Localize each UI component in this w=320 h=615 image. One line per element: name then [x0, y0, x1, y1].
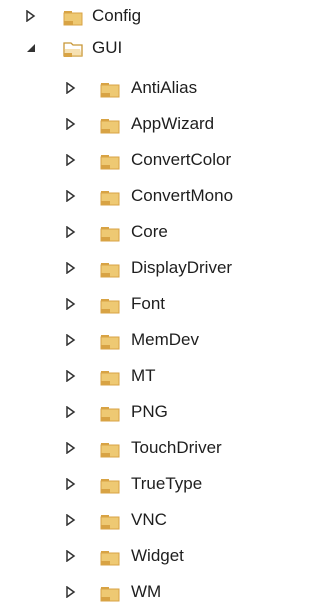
expand-arrow-icon[interactable]	[64, 153, 78, 167]
tree-node-gui[interactable]: GUI	[0, 32, 293, 66]
tree-node-label: ConvertMono	[131, 186, 234, 205]
tree-node-label: MT	[131, 366, 156, 385]
expand-arrow-icon[interactable]	[64, 477, 78, 491]
folder-icon	[99, 188, 121, 211]
tree-node-config[interactable]: Config	[0, 0, 293, 34]
tree-node-label: DisplayDriver	[131, 258, 233, 277]
folder-icon	[99, 80, 121, 103]
folder-icon	[99, 332, 121, 355]
tree-node-label: MemDev	[131, 330, 200, 349]
expand-arrow-icon[interactable]	[64, 405, 78, 419]
folder-icon	[99, 296, 121, 319]
tree-node-mt[interactable]: MT	[0, 360, 293, 394]
expand-arrow-icon[interactable]	[64, 333, 78, 347]
expand-arrow-icon[interactable]	[64, 81, 78, 95]
folder-icon	[99, 512, 121, 535]
tree-node-vnc[interactable]: VNC	[0, 504, 293, 538]
tree-node-label: Core	[131, 222, 168, 241]
expand-arrow-icon[interactable]	[64, 549, 78, 563]
tree-node-label: AppWizard	[131, 114, 215, 133]
expand-arrow-icon[interactable]	[64, 369, 78, 383]
folder-icon	[99, 404, 121, 427]
folder-icon	[99, 116, 121, 139]
tree-node-core[interactable]: Core	[0, 216, 293, 250]
tree-node-memdev[interactable]: MemDev	[0, 324, 293, 358]
expand-arrow-icon[interactable]	[64, 297, 78, 311]
expand-arrow-icon[interactable]	[64, 189, 78, 203]
tree-node-convertcolor[interactable]: ConvertColor	[0, 144, 293, 178]
expand-arrow-icon[interactable]	[24, 9, 38, 23]
expand-arrow-icon[interactable]	[64, 225, 78, 239]
expand-arrow-icon[interactable]	[64, 585, 78, 599]
tree-node-label: PNG	[131, 402, 168, 421]
folder-icon	[99, 548, 121, 571]
tree-node-displaydriver[interactable]: DisplayDriver	[0, 252, 293, 286]
tree-node-label: WM	[131, 582, 162, 601]
solution-explorer-tree: Config GUI AntiAlias AppWizard ConvertCo…	[0, 0, 293, 615]
tree-node-antialias[interactable]: AntiAlias	[0, 72, 293, 106]
tree-node-label: GUI	[92, 38, 123, 57]
tree-node-label: TouchDriver	[131, 438, 222, 457]
tree-node-label: AntiAlias	[131, 78, 198, 97]
tree-node-wm[interactable]: WM	[0, 576, 293, 610]
folder-icon	[99, 584, 121, 607]
folder-icon	[99, 440, 121, 463]
tree-node-appwizard[interactable]: AppWizard	[0, 108, 293, 142]
tree-node-label: Config	[92, 6, 142, 25]
expand-arrow-icon[interactable]	[64, 441, 78, 455]
tree-node-label: ConvertColor	[131, 150, 232, 169]
tree-node-font[interactable]: Font	[0, 288, 293, 322]
expand-arrow-icon[interactable]	[64, 117, 78, 131]
tree-node-png[interactable]: PNG	[0, 396, 293, 430]
expand-arrow-icon[interactable]	[64, 261, 78, 275]
tree-node-widget[interactable]: Widget	[0, 540, 293, 574]
expand-arrow-icon[interactable]	[64, 513, 78, 527]
folder-icon	[99, 476, 121, 499]
folder-icon	[99, 260, 121, 283]
folder-icon	[99, 152, 121, 175]
tree-node-touchdriver[interactable]: TouchDriver	[0, 432, 293, 466]
folder-icon	[99, 224, 121, 247]
folder-open-icon	[62, 40, 84, 63]
tree-node-truetype[interactable]: TrueType	[0, 468, 293, 502]
collapse-arrow-icon[interactable]	[24, 41, 38, 55]
tree-node-label: VNC	[131, 510, 167, 529]
tree-node-label: Widget	[131, 546, 184, 565]
tree-node-label: TrueType	[131, 474, 203, 493]
tree-node-label: Font	[131, 294, 166, 313]
folder-icon	[99, 368, 121, 391]
folder-icon	[62, 8, 84, 31]
tree-node-convertmono[interactable]: ConvertMono	[0, 180, 293, 214]
